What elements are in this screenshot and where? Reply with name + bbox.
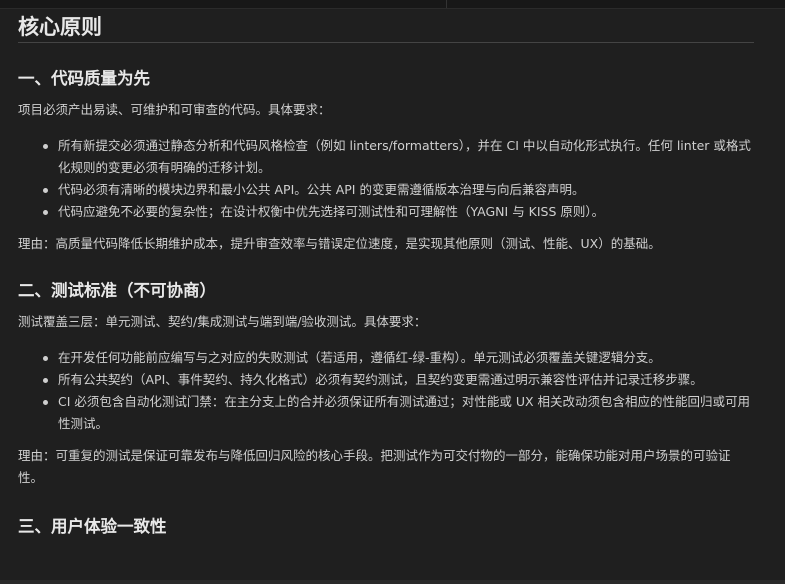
page-title: 核心原则: [18, 8, 754, 43]
document-viewer: 核心原则 一、代码质量为先 项目必须产出易读、可维护和可审查的代码。具体要求： …: [0, 0, 785, 584]
section-intro-code-quality: 项目必须产出易读、可维护和可审查的代码。具体要求：: [18, 102, 331, 117]
section-heading-testing: 二、测试标准（不可协商）: [18, 281, 216, 300]
section-reason-code-quality: 理由：高质量代码降低长期维护成本，提升审查效率与错误定位速度，是实现其他原则（测…: [18, 236, 661, 251]
list-item: 代码必须有清晰的模块边界和最小公共 API。公共 API 的变更需遵循版本治理与…: [43, 179, 754, 201]
bottom-strip: [0, 580, 785, 584]
list-item: 在开发任何功能前应编写与之对应的失败测试（若适用，遵循红-绿-重构）。单元测试必…: [43, 347, 754, 369]
section-intro-testing: 测试覆盖三层：单元测试、契约/集成测试与端到端/验收测试。具体要求：: [18, 314, 427, 329]
list-item: 代码应避免不必要的复杂性；在设计权衡中优先选择可测试性和可理解性（YAGNI 与…: [43, 201, 754, 223]
section-reason-testing: 理由：可重复的测试是保证可靠发布与降低回归风险的核心手段。把测试作为可交付物的一…: [18, 448, 731, 485]
requirements-list-code-quality: 所有新提交必须通过静态分析和代码风格检查（例如 linters/formatte…: [18, 135, 754, 223]
list-item: CI 必须包含自动化测试门禁：在主分支上的合并必须保证所有测试通过；对性能或 U…: [43, 391, 754, 435]
requirements-list-testing: 在开发任何功能前应编写与之对应的失败测试（若适用，遵循红-绿-重构）。单元测试必…: [18, 347, 754, 435]
list-item: 所有新提交必须通过静态分析和代码风格检查（例如 linters/formatte…: [43, 135, 754, 179]
tab-separator: [446, 0, 447, 8]
markdown-preview: 核心原则 一、代码质量为先 项目必须产出易读、可维护和可审查的代码。具体要求： …: [18, 8, 754, 539]
section-heading-code-quality: 一、代码质量为先: [18, 69, 150, 88]
list-item: 所有公共契约（API、事件契约、持久化格式）必须有契约测试，且契约变更需通过明示…: [43, 369, 754, 391]
section-heading-ux-consistency: 三、用户体验一致性: [18, 517, 167, 536]
